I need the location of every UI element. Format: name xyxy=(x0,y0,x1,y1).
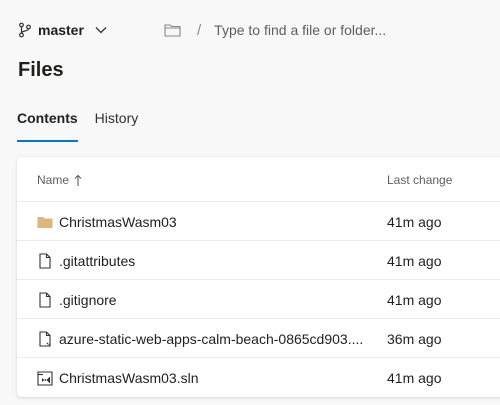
file-name: azure-static-web-apps-calm-beach-0865cd9… xyxy=(59,331,364,347)
table-row[interactable]: .gitignore 41m ago xyxy=(17,280,500,319)
folder-icon[interactable] xyxy=(164,23,181,37)
table-row[interactable]: ChristmasWasm03.sln 41m ago xyxy=(17,358,500,397)
last-change: 41m ago xyxy=(387,292,442,308)
branch-name: master xyxy=(38,22,84,38)
file-name: ChristmasWasm03 xyxy=(59,214,177,230)
branch-selector[interactable]: master xyxy=(18,20,108,40)
file-icon xyxy=(37,292,53,308)
file-search-input[interactable] xyxy=(214,22,445,38)
tab-bar: Contents History xyxy=(17,108,138,142)
last-change: 36m ago xyxy=(387,331,442,347)
path-separator: / xyxy=(197,21,202,39)
table-row[interactable]: .gitattributes 41m ago xyxy=(17,241,500,280)
chevron-down-icon xyxy=(94,23,108,37)
table-header: Name Last change xyxy=(17,157,500,202)
file-icon xyxy=(37,253,53,269)
sort-ascending-icon xyxy=(74,174,82,187)
name-header-label: Name xyxy=(37,173,70,187)
folder-icon xyxy=(37,214,53,230)
file-name: .gitattributes xyxy=(59,253,136,269)
yaml-file-icon xyxy=(37,331,53,347)
page-title: Files xyxy=(18,59,64,81)
file-name: .gitignore xyxy=(59,292,117,308)
table-row[interactable]: azure-static-web-apps-calm-beach-0865cd9… xyxy=(17,319,500,358)
last-change: 41m ago xyxy=(387,370,442,386)
name-column-header[interactable]: Name xyxy=(37,173,82,187)
table-row[interactable]: ChristmasWasm03 41m ago xyxy=(17,202,500,241)
file-name: ChristmasWasm03.sln xyxy=(59,370,199,386)
visual-studio-solution-icon xyxy=(37,370,53,386)
tab-contents[interactable]: Contents xyxy=(17,108,78,142)
files-table: Name Last change ChristmasWasm03 41m ago… xyxy=(17,157,500,397)
path-bar: / xyxy=(164,19,445,41)
last-change-column-header[interactable]: Last change xyxy=(387,173,452,187)
last-change: 41m ago xyxy=(387,253,442,269)
last-change: 41m ago xyxy=(387,214,442,230)
top-bar: master / xyxy=(0,0,500,58)
branch-icon xyxy=(18,22,32,38)
tab-history[interactable]: History xyxy=(95,108,139,142)
